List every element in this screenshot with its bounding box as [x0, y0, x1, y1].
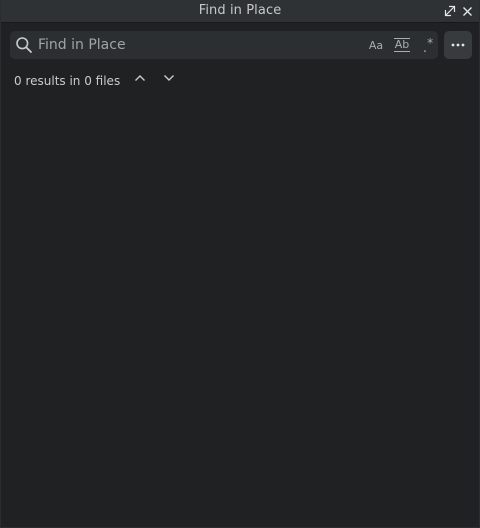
search-icon [16, 37, 32, 53]
results-count-text: 0 results in 0 files [14, 74, 121, 88]
chevron-down-icon [164, 75, 174, 81]
results-status: 0 results in 0 files [14, 70, 121, 88]
whole-word-label: Ab [393, 38, 411, 52]
previous-result-button[interactable] [132, 71, 148, 85]
whole-word-toggle[interactable]: Ab [390, 35, 414, 55]
chevron-up-icon [135, 75, 145, 81]
close-window-button[interactable] [460, 4, 474, 18]
match-case-label: Aa [368, 38, 384, 52]
close-icon [462, 6, 472, 16]
restore-window-icon [444, 5, 456, 17]
restore-window-button[interactable] [443, 4, 457, 18]
more-horizontal-icon [451, 43, 465, 47]
title-bar[interactable]: Find in Place [1, 0, 479, 23]
search-input[interactable] [38, 33, 358, 57]
more-options-button[interactable] [444, 31, 472, 59]
search-field[interactable]: Aa Ab .* [10, 31, 438, 59]
window-title: Find in Place [198, 3, 282, 18]
match-case-toggle[interactable]: Aa [364, 35, 388, 55]
find-in-place-window: Find in Place Aa Ab .* [0, 0, 480, 528]
regex-toggle[interactable]: . * [416, 35, 440, 56]
regex-star-glyph: * [427, 36, 434, 50]
next-result-button[interactable] [161, 71, 177, 85]
